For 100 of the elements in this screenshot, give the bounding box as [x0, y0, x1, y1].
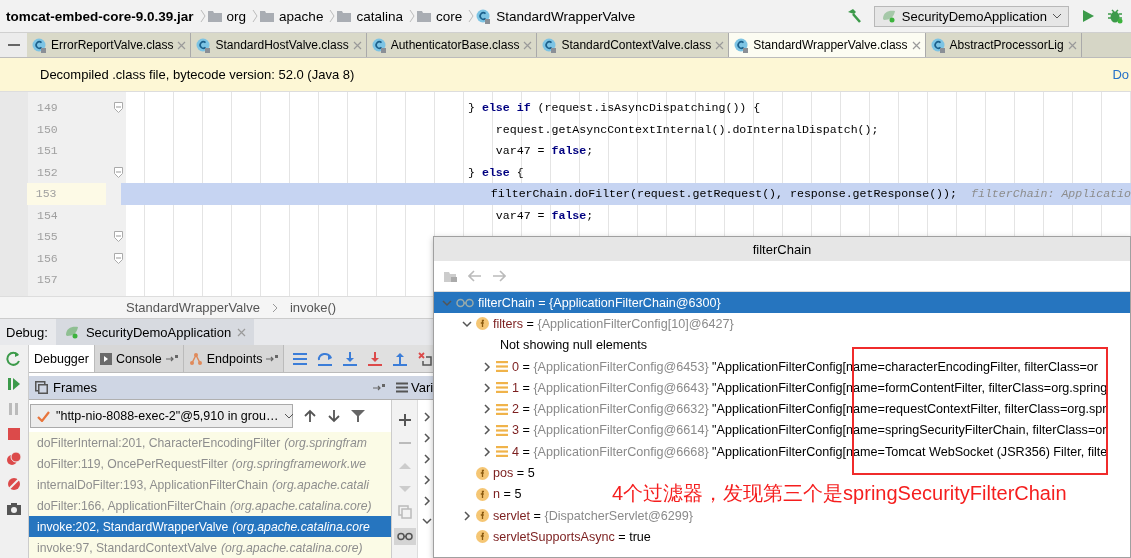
tree-row[interactable]: n = 5	[434, 483, 522, 505]
popup-title: filterChain	[752, 241, 812, 257]
chevron-right-icon[interactable]	[423, 454, 431, 464]
pin-icon[interactable]	[373, 383, 385, 392]
fold-marker-icon[interactable]	[113, 166, 123, 178]
chevron-right-icon[interactable]	[423, 496, 431, 506]
pin-icon[interactable]	[165, 354, 178, 363]
dropdown-caret-icon	[1052, 13, 1062, 19]
chevron-right-icon[interactable]	[423, 475, 431, 485]
field-icon	[476, 530, 489, 544]
close-icon[interactable]	[523, 40, 533, 50]
code-line: filterChain.doFilter(request.getRequest(), response.getResponse());	[489, 187, 957, 201]
breakpoints-icon[interactable]	[6, 451, 22, 467]
chevron-down-icon[interactable]	[422, 517, 432, 525]
editor-tab[interactable]: StandardWrapperValve.class	[729, 33, 926, 57]
copy-icon[interactable]	[397, 505, 412, 519]
chevron-right-icon[interactable]	[482, 361, 492, 372]
chevron-separator-icon	[408, 9, 415, 23]
tree-row[interactable]: filters = {ApplicationFilterConfig[10]@6427}	[434, 313, 734, 335]
thread-selector[interactable]: "http-nio-8088-exec-2"@5,910 in grou…	[30, 404, 293, 428]
fold-marker-icon[interactable]	[113, 252, 123, 264]
rerun-icon[interactable]	[6, 351, 22, 367]
folder-icon	[337, 10, 352, 22]
close-icon[interactable]	[911, 40, 921, 50]
chevron-right-icon[interactable]	[482, 446, 492, 457]
chevron-right-icon[interactable]	[482, 425, 492, 436]
banner-link[interactable]: Do	[1112, 67, 1131, 82]
class-icon	[371, 37, 387, 53]
forward-arrow-icon[interactable]	[492, 270, 506, 282]
list-icon	[496, 403, 508, 415]
close-icon[interactable]	[715, 40, 725, 50]
inline-debug-hint: filterChain: Applicatio	[970, 187, 1131, 201]
list-icon	[496, 382, 508, 394]
plus-icon[interactable]	[397, 413, 412, 427]
run-icon[interactable]	[1081, 9, 1095, 23]
leaf-icon	[63, 325, 80, 339]
line-number: 152	[36, 164, 59, 181]
chevron-right-icon[interactable]	[482, 382, 492, 393]
breadcrumb-item[interactable]: invoke()	[289, 300, 337, 315]
chevron-separator-icon	[199, 9, 206, 23]
line-number: 156	[36, 250, 59, 267]
fold-marker-icon[interactable]	[113, 102, 123, 114]
code-line: request.getAsyncContextInternal().doInternalDispatch();	[494, 122, 879, 136]
close-icon[interactable]	[177, 40, 187, 50]
step-out-icon[interactable]	[392, 350, 409, 367]
run-configuration-dropdown[interactable]: SecurityDemoApplication	[873, 5, 1069, 27]
session-name: SecurityDemoApplication	[85, 324, 232, 340]
line-number: 155	[36, 229, 59, 246]
force-step-into-icon[interactable]	[367, 350, 384, 367]
tree-row[interactable]: pos = 5	[434, 462, 535, 484]
back-arrow-icon[interactable]	[468, 270, 482, 282]
tree-row[interactable]: filterChain = {ApplicationFilterChain@6300}	[434, 292, 1130, 314]
arrow-down-icon[interactable]	[327, 409, 341, 423]
breadcrumb-item[interactable]: catalina	[356, 8, 403, 24]
stop-icon[interactable]	[6, 426, 22, 442]
stack-frame[interactable]: invoke:202, StandardWrapperValve (org.apache.catalina.core	[29, 516, 391, 537]
tree-note[interactable]: Not showing null elements	[434, 334, 647, 356]
breadcrumb-item[interactable]: tomcat-embed-core-9.0.39.jar	[6, 8, 194, 24]
minimize-icon[interactable]	[7, 44, 20, 46]
watches-toggle[interactable]	[393, 528, 416, 545]
drop-frame-icon[interactable]	[417, 350, 434, 367]
chevron-right-icon[interactable]	[423, 433, 431, 443]
mute-breakpoints-icon[interactable]	[6, 476, 22, 492]
annotation-text: 4个过滤器，发现第三个是springSecurityFilterChain	[612, 481, 1067, 506]
close-icon[interactable]	[352, 40, 362, 50]
chevron-right-icon[interactable]	[482, 404, 492, 415]
menu-icon[interactable]	[292, 350, 309, 367]
camera-icon[interactable]	[6, 501, 22, 517]
chevron-right-icon[interactable]	[462, 510, 472, 521]
debug-tab[interactable]: Endpoints	[183, 345, 285, 372]
tree-row[interactable]: servletSupportsAsync = true	[434, 526, 651, 548]
breadcrumb-item[interactable]: apache	[279, 8, 324, 24]
arrow-up-icon[interactable]	[303, 409, 317, 423]
navigate-icon[interactable]	[444, 269, 458, 283]
panel-title: Frames	[53, 380, 98, 395]
breadcrumb-item[interactable]: StandardWrapperValve	[126, 300, 260, 315]
debug-tab[interactable]: Debugger	[29, 345, 95, 372]
close-icon[interactable]	[1067, 40, 1077, 50]
chevron-separator-icon	[468, 9, 475, 23]
step-over-icon[interactable]	[317, 350, 334, 367]
close-icon[interactable]	[237, 327, 247, 337]
debug-tab[interactable]: Console	[94, 345, 184, 372]
tree-row[interactable]: servlet = {DispatcherServlet@6299}	[434, 504, 694, 527]
field-icon	[476, 509, 489, 523]
filter-icon[interactable]	[351, 409, 365, 423]
resume-icon[interactable]	[6, 376, 22, 392]
fold-marker-icon[interactable]	[113, 231, 123, 243]
list-icon	[496, 361, 508, 373]
breadcrumb-item[interactable]: core	[435, 8, 463, 24]
debug-session-tab[interactable]: SecurityDemoApplication	[55, 319, 255, 345]
class-icon	[930, 37, 946, 53]
field-icon	[476, 466, 489, 480]
folder-icon	[207, 10, 222, 22]
chevron-down-icon[interactable]	[462, 318, 472, 329]
pin-icon[interactable]	[266, 354, 279, 363]
breadcrumb-item[interactable]: StandardWrapperValve	[496, 8, 636, 24]
chevron-right-icon[interactable]	[423, 412, 431, 422]
step-into-icon[interactable]	[342, 350, 359, 367]
bug-icon[interactable]	[1107, 8, 1123, 24]
breadcrumb-item[interactable]: org	[226, 8, 247, 24]
